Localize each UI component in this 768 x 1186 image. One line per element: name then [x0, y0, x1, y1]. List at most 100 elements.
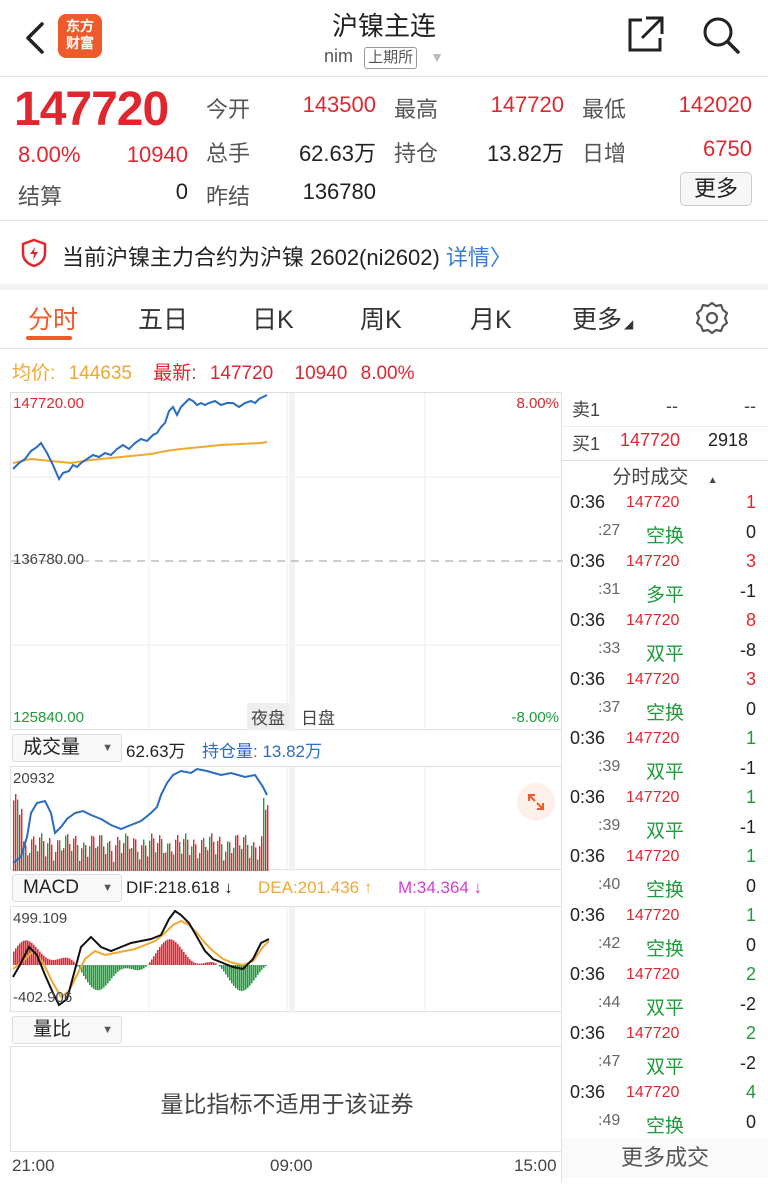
volume-bar — [181, 853, 183, 871]
tab-intraday[interactable]: 分时 — [28, 300, 78, 336]
macd-bar — [143, 965, 145, 969]
macd-bar — [149, 962, 151, 965]
tab-daily-k[interactable]: 日K — [252, 300, 294, 336]
macd-bar — [179, 946, 181, 965]
daily-increase-value: 6750 — [703, 136, 752, 161]
more-trades-button[interactable]: 更多成交 — [562, 1138, 768, 1178]
trade-time: 0:36 — [570, 492, 606, 512]
volume-bar — [201, 840, 203, 871]
macd-bar — [111, 965, 113, 979]
macd-bar — [83, 965, 85, 977]
trade-volume: -1 — [739, 757, 756, 778]
trade-price: 147720 — [626, 1084, 680, 1101]
volume-bar — [83, 842, 85, 871]
macd-bar — [13, 951, 15, 965]
volume-bar — [155, 852, 157, 871]
macd-bar — [85, 965, 87, 980]
volume-bar — [237, 834, 239, 871]
trade-type: 空换 — [646, 879, 685, 901]
volume-ratio-selector[interactable]: 量比 ▼ — [12, 1016, 122, 1044]
volume-bar — [221, 844, 223, 871]
volume-chart[interactable]: 20932 — [10, 766, 562, 871]
caret-down-icon: ▼ — [102, 742, 113, 754]
volume-bar — [151, 833, 153, 871]
macd-bar — [71, 959, 73, 965]
notice-detail-link[interactable]: 详情〉 — [446, 245, 512, 270]
volume-bar — [173, 854, 175, 871]
trade-time: 0:36 — [570, 1082, 606, 1102]
night-session-label[interactable]: 夜盘 — [247, 703, 289, 730]
volume-bar — [109, 841, 111, 871]
volume-bar — [121, 852, 123, 871]
volume-indicator-selector[interactable]: 成交量 ▼ — [12, 734, 122, 762]
gear-icon[interactable] — [694, 300, 730, 336]
trade-volume: 2 — [745, 1023, 756, 1043]
volume-bar — [123, 842, 125, 871]
share-icon[interactable] — [624, 14, 666, 56]
chart-tabs: 分时 五日 日K 周K 月K 更多 ◢ — [0, 290, 768, 348]
search-icon[interactable] — [700, 14, 742, 56]
more-quote-button[interactable]: 更多 — [680, 172, 752, 206]
macd-chart[interactable]: 499.109 -402.906 — [10, 906, 562, 1013]
macd-bar — [113, 965, 115, 976]
macd-bar — [107, 965, 109, 984]
macd-indicator-selector[interactable]: MACD ▼ — [12, 874, 122, 902]
macd-bar — [19, 943, 21, 965]
volume-max-label: 20932 — [13, 770, 55, 787]
open-label: 今开 — [206, 97, 251, 122]
volume-bar — [63, 848, 65, 871]
expand-arrows-icon[interactable] — [517, 783, 555, 821]
macd-bar — [189, 959, 191, 965]
daily-increase-label: 日增 — [582, 141, 627, 166]
volume-selector-label: 成交量 — [23, 737, 81, 758]
tab-monthly-k[interactable]: 月K — [470, 300, 512, 336]
trade-volume: 2 — [745, 964, 756, 984]
macd-selector-label: MACD — [23, 877, 79, 898]
volume-bar — [243, 837, 245, 871]
tab-five-day[interactable]: 五日 — [138, 300, 188, 336]
volume-bar — [117, 836, 119, 871]
volume-bar — [153, 838, 155, 871]
volume-bar — [159, 835, 161, 871]
trades-header[interactable]: 分时成交 ▲ — [562, 462, 768, 489]
intraday-info-line: 均价: 144635 最新: 147720 10940 8.00% — [12, 358, 423, 385]
prev-settlement-label: 昨结 — [206, 184, 251, 209]
volume-bar — [39, 837, 41, 871]
volume-bar — [143, 839, 145, 871]
macd-bar — [263, 965, 265, 968]
volume-bar — [235, 835, 237, 871]
trade-price: 147720 — [626, 494, 680, 511]
volume-bar — [233, 847, 235, 871]
day-session-label[interactable]: 日盘 — [297, 703, 339, 730]
volume-bar — [263, 797, 265, 871]
latest-price: 最新: 147720 — [153, 363, 281, 384]
macd-bar — [259, 965, 261, 973]
volume-bar — [111, 850, 113, 871]
divider — [0, 76, 768, 77]
trade-type: 双平 — [646, 997, 685, 1019]
dropdown-triangle-icon[interactable]: ▼ — [430, 49, 444, 65]
volume-bar — [105, 854, 107, 871]
intraday-chart[interactable]: 147720.00 8.00% 136780.00 125840.00 -8.0… — [10, 392, 563, 731]
macd-dea: DEA:201.436 ↑ — [258, 878, 373, 897]
volume-bar — [161, 838, 163, 871]
trade-volume: 1 — [745, 787, 756, 807]
trade-volume: 0 — [745, 1111, 756, 1132]
trade-row: :27 空换 0 — [562, 518, 762, 548]
trade-row: 0:36 147720 1 — [562, 901, 762, 931]
volume-bar — [103, 846, 105, 871]
macd-bar — [57, 959, 59, 965]
macd-bar — [185, 954, 187, 965]
trade-row: :40 空换 0 — [562, 872, 762, 902]
volume-bar — [43, 841, 45, 871]
trade-time: 0:36 — [570, 787, 606, 807]
volume-bar — [31, 839, 33, 871]
volume-bar — [69, 843, 71, 871]
tab-more[interactable]: 更多 ◢ — [572, 300, 633, 336]
ask-1-volume: -- — [744, 396, 756, 416]
main-contract-notice[interactable]: 当前沪镍主力合约为沪镍 2602(ni2602) 详情〉 — [0, 224, 768, 284]
volume-bar — [35, 844, 37, 871]
trade-row: :39 双平 -1 — [562, 754, 762, 784]
tab-weekly-k[interactable]: 周K — [360, 300, 402, 336]
volume-bar — [93, 836, 95, 871]
